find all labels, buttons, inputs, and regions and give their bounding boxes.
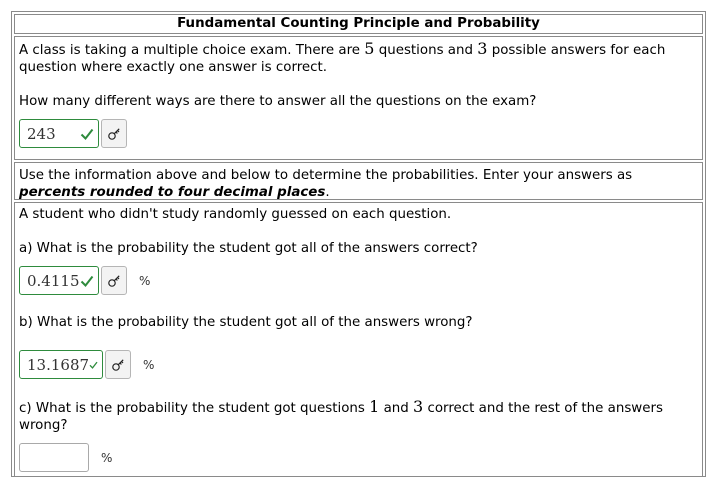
key-icon bbox=[108, 274, 120, 287]
answer-field-a[interactable]: 0.4115 bbox=[19, 266, 99, 295]
unit-b: % bbox=[143, 357, 155, 372]
question-number-1: 1 bbox=[369, 397, 380, 416]
answer-value-b: 13.1687 bbox=[27, 355, 90, 374]
instructions-text: Use the information above and below to d… bbox=[19, 168, 633, 183]
num-questions: 5 bbox=[364, 39, 375, 58]
intro-question: How many different ways are there to ans… bbox=[19, 94, 537, 109]
key-icon bbox=[108, 127, 120, 140]
answer-field-c[interactable] bbox=[19, 443, 89, 472]
intro-section: A class is taking a multiple choice exam… bbox=[14, 36, 703, 160]
check-icon bbox=[80, 128, 94, 140]
answer-row-c: % bbox=[19, 442, 698, 473]
answer-row-b: 13.1687 % bbox=[19, 349, 698, 380]
intro-text: A class is taking a multiple choice exam… bbox=[19, 39, 666, 75]
questions-section: A student who didn't study randomly gues… bbox=[14, 202, 703, 477]
question-b: b) What is the probability the student g… bbox=[19, 315, 473, 330]
problem-title: Fundamental Counting Principle and Proba… bbox=[14, 14, 703, 34]
key-button-ways[interactable] bbox=[101, 119, 127, 148]
answer-field-ways[interactable]: 243 bbox=[19, 119, 99, 148]
answer-value-a: 0.4115 bbox=[27, 271, 80, 290]
answer-row-a: 0.4115 % bbox=[19, 265, 698, 296]
answer-field-b[interactable]: 13.1687 bbox=[19, 350, 103, 379]
answer-row-ways: 243 bbox=[19, 118, 698, 149]
question-c: c) What is the probability the student g… bbox=[19, 397, 663, 433]
num-answers: 3 bbox=[477, 39, 488, 58]
check-icon bbox=[80, 275, 94, 287]
instructions-section: Use the information above and below to d… bbox=[14, 162, 703, 200]
problem-frame: Fundamental Counting Principle and Proba… bbox=[11, 11, 706, 477]
answer-value-ways: 243 bbox=[27, 124, 56, 143]
question-number-3: 3 bbox=[413, 397, 424, 416]
scenario-text: A student who didn't study randomly gues… bbox=[19, 207, 452, 222]
key-icon bbox=[112, 358, 124, 371]
instructions-emphasis: percents rounded to four decimal places bbox=[19, 185, 326, 200]
question-a: a) What is the probability the student g… bbox=[19, 241, 478, 256]
unit-a: % bbox=[139, 273, 151, 288]
check-icon bbox=[89, 361, 98, 369]
unit-c: % bbox=[101, 450, 113, 465]
key-button-a[interactable] bbox=[101, 266, 127, 295]
key-button-b[interactable] bbox=[105, 350, 131, 379]
